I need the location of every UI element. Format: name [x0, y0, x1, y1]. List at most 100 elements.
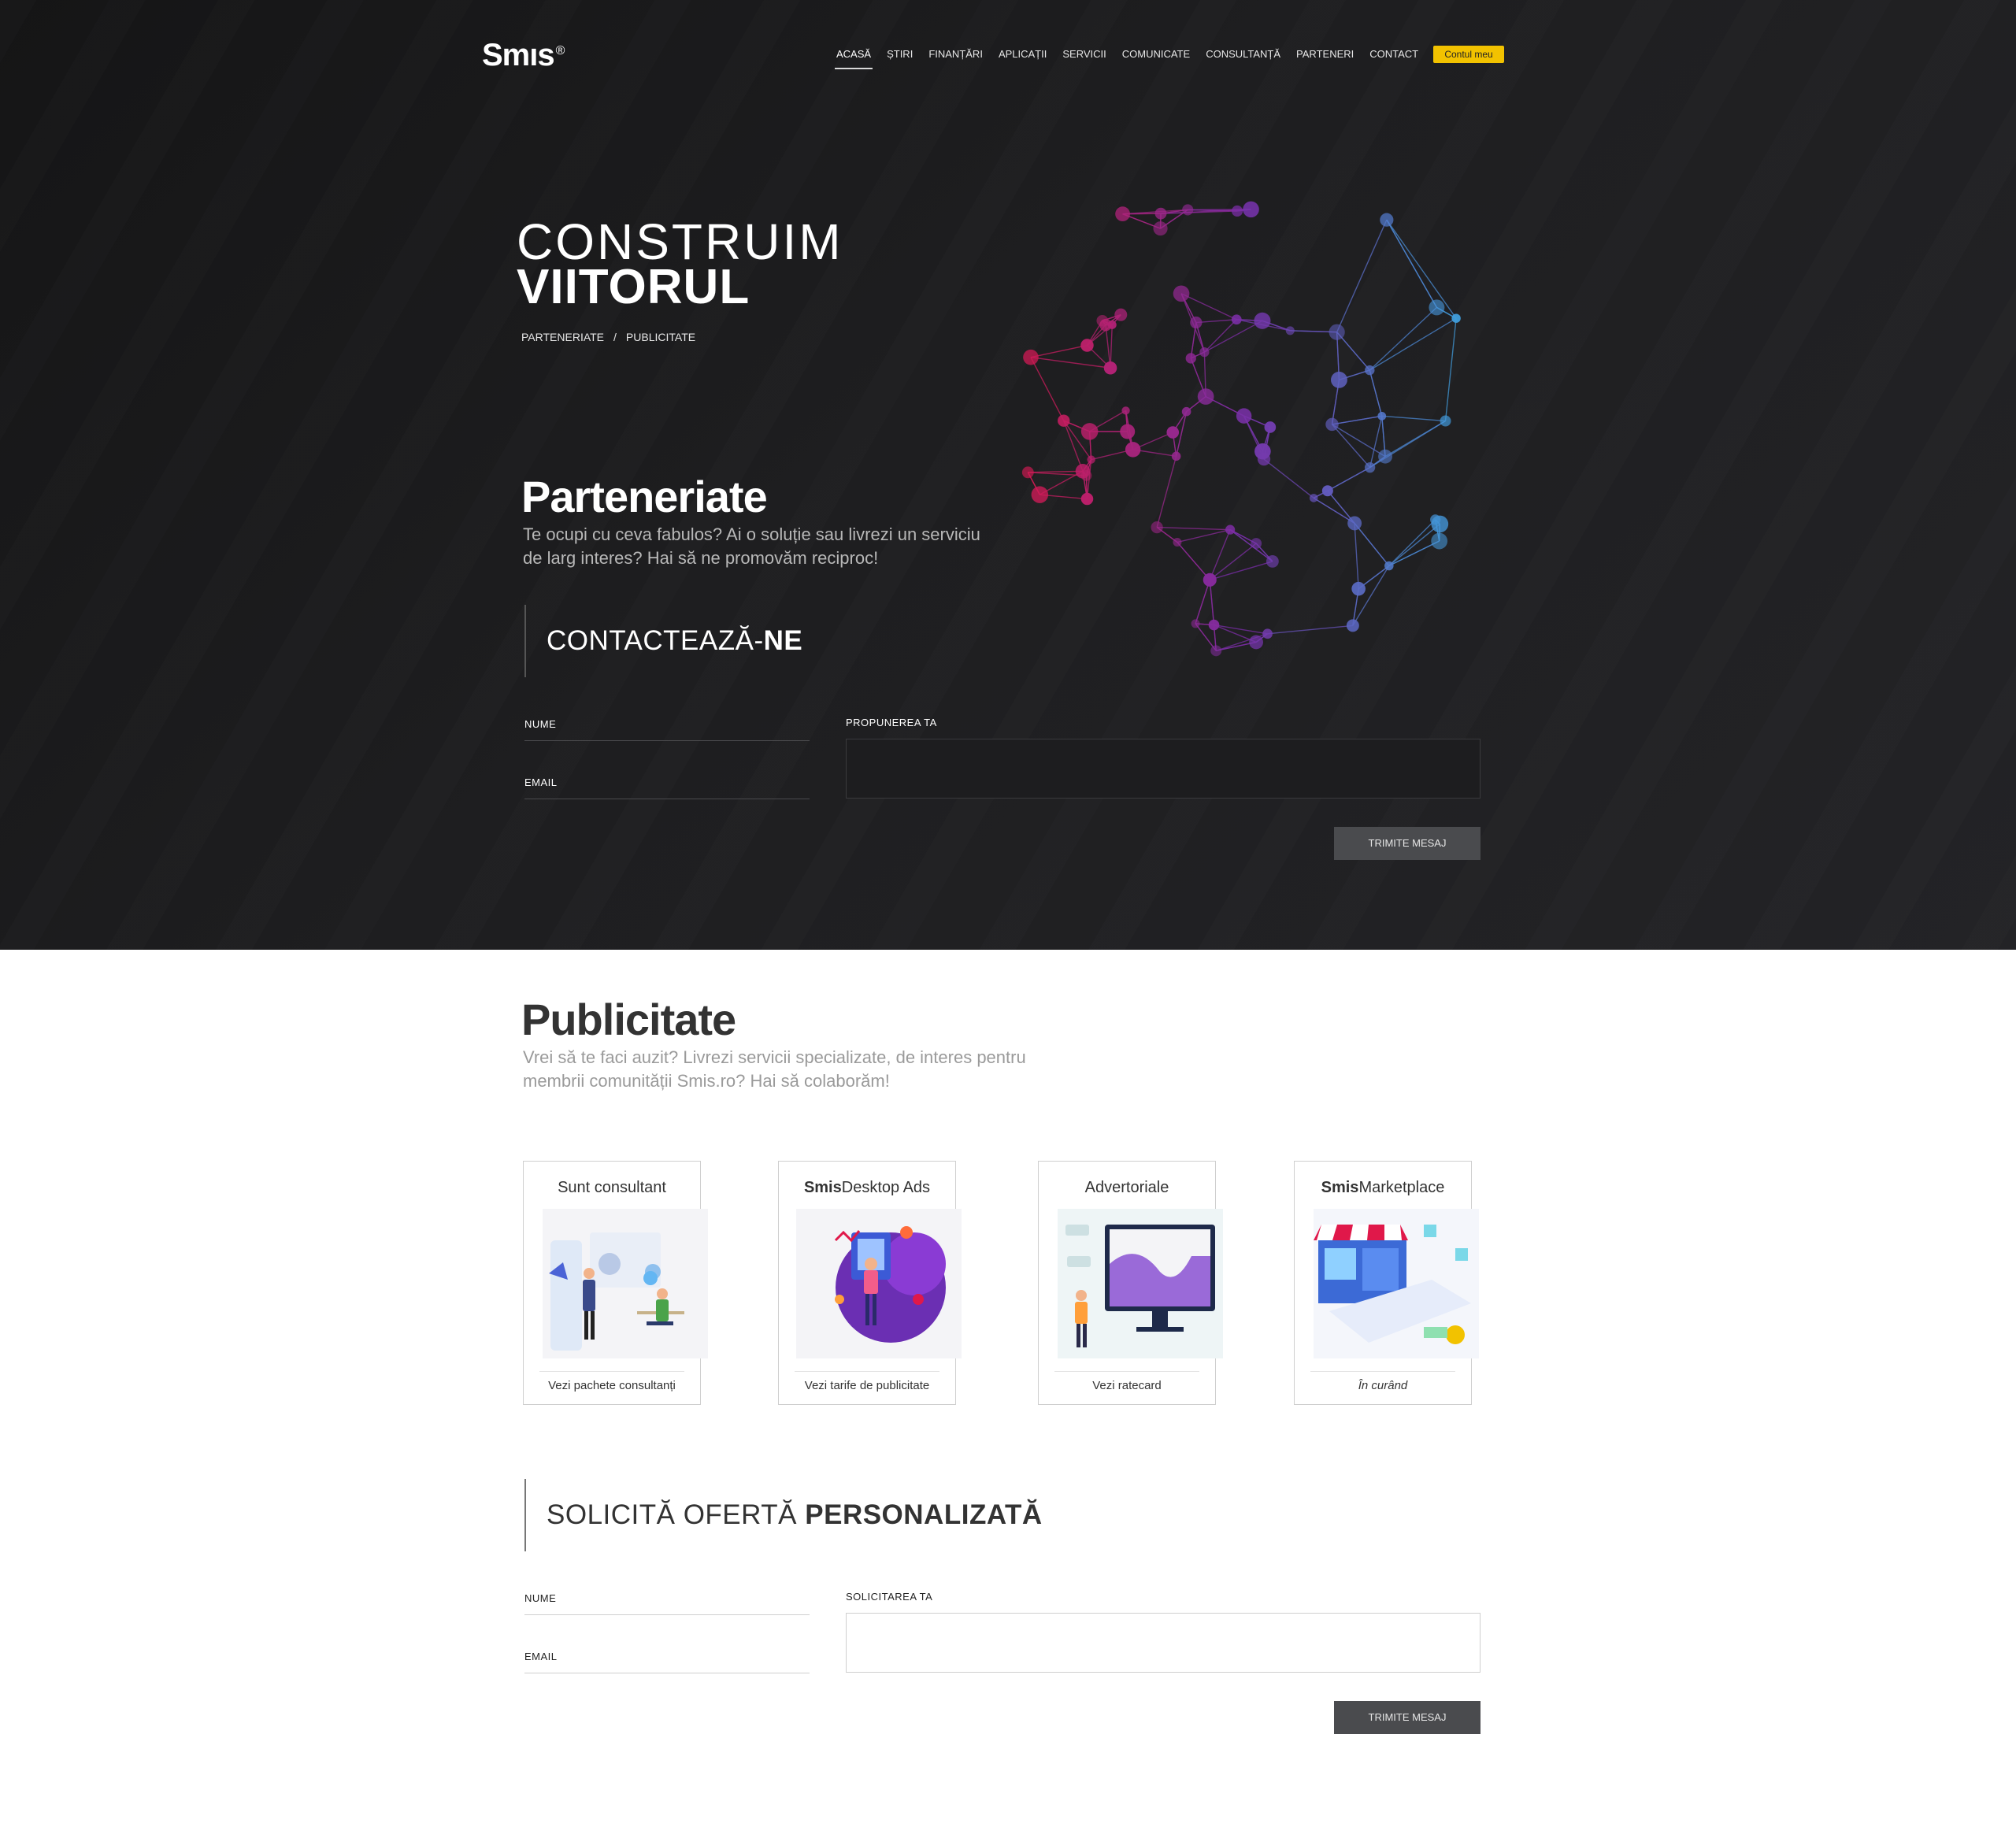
globe-link-line — [1177, 542, 1210, 580]
globe-node — [1115, 206, 1130, 222]
nav-item-comunicate[interactable]: COMUNICATE — [1122, 44, 1190, 68]
globe-node — [1378, 449, 1393, 464]
globe-link-line — [1195, 319, 1237, 324]
smis-logo[interactable]: Smıs ® — [482, 38, 565, 73]
globe-node — [1225, 524, 1236, 535]
globe-node — [1365, 365, 1375, 376]
globe-node — [1080, 470, 1092, 481]
nav-item-stiri[interactable]: ȘTIRI — [887, 44, 913, 68]
partnership-submit-button[interactable]: TRIMITE MESAJ — [1334, 827, 1480, 860]
logo-text: Smıs — [482, 38, 555, 72]
main-nav: ACASĂ ȘTIRI FINANȚĂRI APLICAȚII SERVICII… — [834, 44, 1434, 69]
globe-node — [1264, 421, 1277, 433]
advertising-rates-link[interactable]: Vezi tarife de publicitate — [779, 1379, 955, 1392]
hero-section: Smıs ® ACASĂ ȘTIRI FINANȚĂRI APLICAȚII SE… — [0, 0, 2016, 950]
globe-link-line — [1331, 424, 1371, 469]
globe-node — [1191, 619, 1200, 628]
card-consultant[interactable]: Sunt consultant Vezi pachete consultanți — [523, 1161, 708, 1405]
globe-node — [1431, 532, 1448, 550]
globe-node — [1190, 316, 1203, 329]
globe-node — [1208, 619, 1220, 631]
globe-node — [1254, 443, 1271, 460]
marketplace-illustration — [1314, 1209, 1479, 1358]
nav-item-servicii[interactable]: SERVICII — [1062, 44, 1106, 68]
globe-link-line — [1332, 415, 1382, 425]
globe-node — [1254, 312, 1271, 329]
globe-node — [1440, 415, 1451, 427]
globe-node — [1249, 635, 1264, 650]
offer-label-light: SOLICITĂ OFERTĂ — [547, 1499, 806, 1530]
globe-node — [1231, 314, 1242, 325]
partnership-name-field[interactable] — [524, 740, 810, 741]
globe-node — [1380, 213, 1394, 227]
nav-item-contact[interactable]: CONTACT — [1369, 44, 1418, 68]
partnership-proposal-label: PROPUNEREA TA — [846, 717, 937, 728]
globe-link-line — [1195, 580, 1210, 624]
card-divider — [1054, 1371, 1199, 1372]
globe-node — [1364, 461, 1376, 473]
breadcrumb-item-parteneriate[interactable]: PARTENERIATE — [521, 331, 604, 343]
contact-label-bold: NE — [763, 625, 803, 656]
desktop-ads-illustration — [796, 1209, 962, 1358]
card-divider — [539, 1371, 684, 1372]
nav-item-finantari[interactable]: FINANȚĂRI — [928, 44, 983, 68]
globe-node — [1125, 442, 1141, 458]
globe-node — [1309, 494, 1318, 502]
nav-item-consultanta[interactable]: CONSULTANȚĂ — [1206, 44, 1280, 68]
card-title: Sunt consultant — [558, 1179, 666, 1196]
globe-node — [1120, 424, 1136, 439]
globe-link-line — [1209, 580, 1215, 625]
offer-name-field[interactable] — [524, 1614, 810, 1615]
nav-item-parteneri[interactable]: PARTENERI — [1296, 44, 1354, 68]
globe-node — [1266, 554, 1279, 568]
globe-node — [1153, 221, 1168, 236]
card-advertorials[interactable]: Advertoriale Vezi ratecard — [1038, 1161, 1223, 1405]
globe-link-line — [1444, 318, 1457, 421]
globe-node — [1236, 408, 1252, 424]
globe-node — [1329, 324, 1345, 340]
globe-link-line — [1386, 219, 1457, 319]
card-desktop-ads[interactable]: SmisDesktop Ads Vezi tarife de publicita… — [778, 1161, 962, 1405]
offer-request-textarea[interactable] — [846, 1613, 1480, 1673]
ratecard-link[interactable]: Vezi ratecard — [1039, 1379, 1215, 1392]
globe-node — [1243, 201, 1259, 218]
account-button[interactable]: Contul meu — [1433, 46, 1504, 63]
globe-node — [1087, 455, 1095, 464]
globe-node — [1166, 426, 1180, 439]
partnerships-description: Te ocupi cu ceva fabulos? Ai o soluție s… — [523, 524, 980, 568]
globe-node — [1203, 573, 1217, 587]
globe-link-line — [1214, 624, 1268, 635]
globe-link-line — [1369, 317, 1457, 371]
card-title: Advertoriale — [1084, 1179, 1169, 1196]
coming-soon-label: În curând — [1358, 1379, 1408, 1392]
breadcrumb-item-publicitate[interactable]: PUBLICITATE — [626, 331, 695, 343]
offer-submit-button[interactable]: TRIMITE MESAJ — [1334, 1701, 1480, 1734]
partnership-name-label: NUME — [524, 718, 557, 730]
globe-node — [1121, 406, 1130, 415]
breadcrumb: PARTENERIATE / PUBLICITATE — [521, 331, 695, 343]
globe-node — [1351, 581, 1366, 596]
globe-node — [1346, 619, 1359, 632]
globe-link-line — [1156, 456, 1177, 528]
globe-link-line — [1030, 344, 1088, 358]
partnership-proposal-textarea[interactable] — [846, 739, 1480, 799]
offer-label-bold: PERSONALIZATĂ — [805, 1499, 1043, 1530]
advertising-title: Publicitate — [521, 995, 736, 1044]
globe-node — [1080, 423, 1099, 440]
globe-node — [1321, 485, 1333, 497]
globe-node — [1182, 204, 1194, 216]
globe-node — [1114, 308, 1128, 321]
globe-link-line — [1388, 519, 1436, 567]
nav-item-aplicatii[interactable]: APLICAȚII — [999, 44, 1047, 68]
globe-node — [1096, 314, 1109, 327]
globe-link-line — [1327, 467, 1370, 491]
globe-node — [1431, 515, 1449, 533]
card-marketplace[interactable]: SmisMarketplace În curând — [1294, 1161, 1479, 1405]
globe-node — [1058, 414, 1070, 427]
advertising-description: Vrei să te faci auzit? Livrezi servicii … — [523, 1047, 1026, 1091]
nav-item-acasa[interactable]: ACASĂ — [834, 44, 873, 69]
globe-node — [1199, 347, 1210, 358]
custom-offer-heading: SOLICITĂ OFERTĂ PERSONALIZATĂ — [524, 1479, 1043, 1551]
consultant-packages-link[interactable]: Vezi pachete consultanți — [524, 1379, 700, 1392]
globe-node — [1181, 406, 1191, 417]
